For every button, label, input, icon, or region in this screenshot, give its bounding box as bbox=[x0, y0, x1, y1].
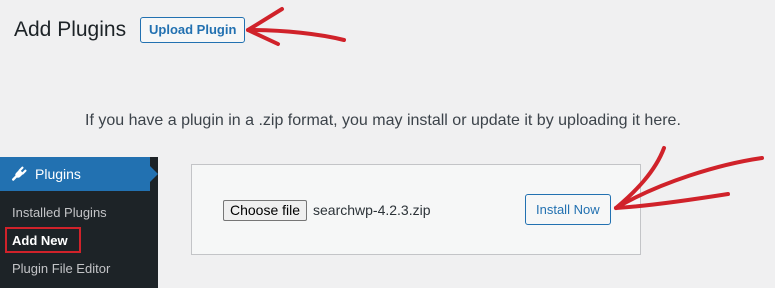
upload-plugin-form: Choose file searchwp-4.2.3.zip Install N… bbox=[191, 164, 641, 255]
upload-help-text: If you have a plugin in a .zip format, y… bbox=[85, 112, 681, 129]
sidebar-item-installed-plugins[interactable]: Installed Plugins bbox=[12, 205, 107, 220]
upload-plugin-button[interactable]: Upload Plugin bbox=[140, 17, 246, 43]
sidebar-item-plugins[interactable]: Plugins bbox=[0, 157, 150, 191]
choose-file-button[interactable]: Choose file bbox=[223, 200, 308, 221]
admin-sidebar: Plugins Installed Plugins Add New Plugin… bbox=[0, 157, 158, 288]
sidebar-item-plugin-file-editor[interactable]: Plugin File Editor bbox=[12, 261, 110, 276]
annotation-arrow-install bbox=[614, 146, 764, 210]
selected-file-name: searchwp-4.2.3.zip bbox=[313, 202, 431, 218]
install-now-button[interactable]: Install Now bbox=[525, 194, 611, 225]
plug-icon bbox=[10, 165, 28, 183]
page-title: Add Plugins bbox=[14, 18, 127, 41]
sidebar-section-label: Plugins bbox=[35, 166, 81, 182]
add-new-highlight-box bbox=[5, 227, 81, 253]
sidebar-current-notch bbox=[150, 166, 158, 182]
annotation-arrow-upload bbox=[246, 7, 346, 46]
